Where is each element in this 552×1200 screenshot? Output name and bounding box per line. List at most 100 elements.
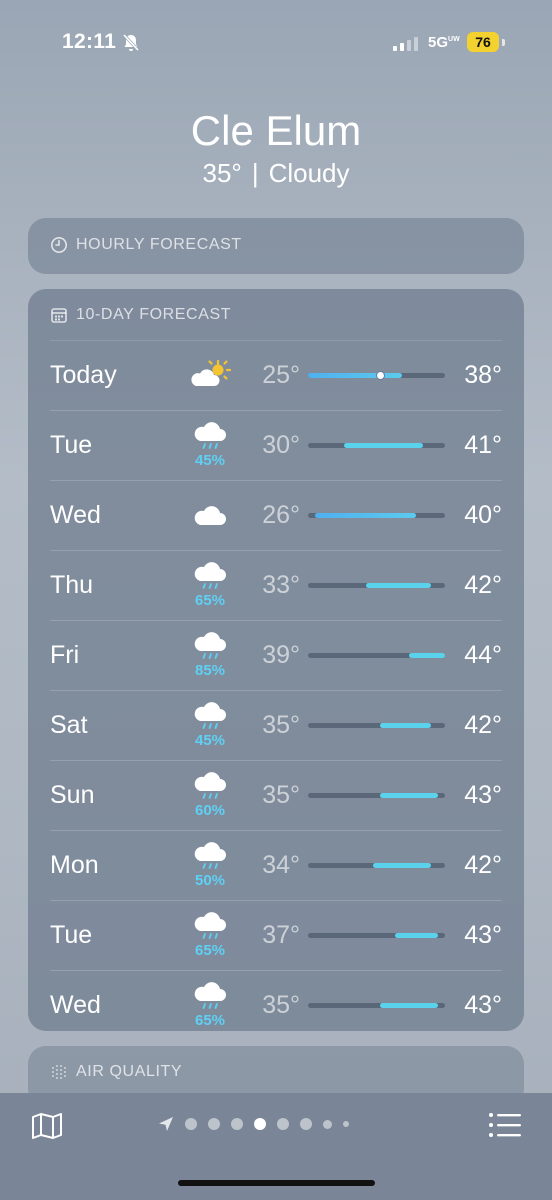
low-temp: 26°: [262, 501, 300, 529]
day-label: Tue: [50, 431, 93, 459]
current-temp: 35°: [202, 158, 242, 188]
weather-icon-group: [190, 359, 232, 415]
map-icon[interactable]: [30, 1111, 64, 1141]
page-dot[interactable]: [343, 1121, 349, 1127]
forecast-row[interactable]: Thu 65% 33° 42°: [50, 550, 502, 620]
forecast-row[interactable]: Sun 60% 35° 43°: [50, 760, 502, 830]
day-label: Thu: [50, 571, 94, 599]
hourly-forecast-card[interactable]: HOURLY FORECAST: [28, 218, 524, 274]
condition-text: Cloudy: [268, 158, 350, 188]
temp-range-bar: [315, 513, 417, 518]
city-name: Cle Elum: [190, 107, 362, 154]
air-quality-icon: [52, 1065, 66, 1079]
temp-range-track: [308, 583, 445, 588]
high-temp: 42°: [464, 571, 502, 599]
ten-day-forecast-header: 10-DAY FORECAST: [50, 305, 231, 325]
forecast-row[interactable]: Sat 45% 35° 42°: [50, 690, 502, 760]
status-bar: 12:11 5GUW 76: [0, 30, 552, 60]
rain-cloud-icon: [194, 842, 226, 869]
weather-icon-group: 65%: [190, 909, 230, 965]
temp-range-bar: [394, 933, 438, 938]
temp-range-bar: [380, 1003, 438, 1008]
forecast-row[interactable]: Tue 45% 30° 41°: [50, 410, 502, 480]
temp-range-track: [308, 443, 445, 448]
day-label: Mon: [50, 851, 99, 879]
forecast-row[interactable]: Wed 26° 40°: [50, 480, 502, 550]
rain-cloud-icon: [194, 562, 226, 589]
weather-icon-group: 85%: [190, 629, 230, 685]
low-temp: 34°: [262, 851, 300, 879]
precip-chance: 65%: [194, 1012, 226, 1029]
current-conditions: 35° | Cloudy: [0, 158, 552, 189]
temp-range-bar: [372, 863, 431, 868]
page-indicator[interactable]: [158, 1115, 349, 1133]
temp-range-bar: [380, 793, 438, 798]
high-temp: 42°: [464, 711, 502, 739]
temp-range-track: [308, 653, 445, 658]
location-arrow-icon: [159, 1117, 173, 1131]
precip-chance: 65%: [194, 942, 226, 959]
page-dot[interactable]: [254, 1118, 266, 1130]
forecast-rows: Today 25° 38° Tue 45% 30° 41° Wed 26° 40° Thu 65% 33…: [50, 340, 502, 1040]
temp-range-track: [308, 1003, 445, 1008]
precip-chance: 45%: [194, 732, 226, 749]
forecast-row[interactable]: Wed 65% 35° 43°: [50, 970, 502, 1040]
hourly-forecast-header: HOURLY FORECAST: [50, 235, 242, 255]
high-temp: 40°: [464, 501, 502, 529]
temp-range-bar: [380, 723, 431, 728]
precip-chance: 60%: [194, 802, 226, 819]
high-temp: 43°: [464, 991, 502, 1019]
calendar-icon: [51, 308, 67, 323]
cellular-signal-icon: [393, 37, 418, 51]
temp-range-track: [308, 513, 445, 518]
hourly-forecast-title: HOURLY FORECAST: [76, 236, 242, 253]
forecast-row[interactable]: Mon 50% 34° 42°: [50, 830, 502, 900]
list-icon[interactable]: [488, 1111, 522, 1139]
rain-cloud-icon: [194, 632, 226, 659]
ten-day-forecast-card[interactable]: 10-DAY FORECAST Today 25° 38° Tue 45% 30° 41° W…: [28, 289, 524, 1031]
home-indicator: [178, 1180, 375, 1186]
page-dot[interactable]: [208, 1118, 220, 1130]
forecast-row[interactable]: Tue 65% 37° 43°: [50, 900, 502, 970]
weather-icon-group: 45%: [190, 699, 230, 755]
current-temp-dot: [375, 371, 385, 380]
temp-range-track: [308, 933, 445, 938]
weather-icon-group: 65%: [190, 559, 230, 615]
low-temp: 37°: [262, 921, 300, 949]
rain-cloud-icon: [194, 772, 226, 799]
battery-tip: [502, 39, 505, 46]
weather-icon-group: [190, 499, 230, 555]
low-temp: 35°: [262, 991, 300, 1019]
page-dot[interactable]: [185, 1118, 197, 1130]
high-temp: 42°: [464, 851, 502, 879]
high-temp: 41°: [464, 431, 502, 459]
page-dot[interactable]: [277, 1118, 289, 1130]
precip-chance: 45%: [194, 452, 226, 469]
bell-muted-icon: [122, 33, 140, 52]
precip-chance: 65%: [194, 592, 226, 609]
day-label: Wed: [50, 991, 101, 1019]
weather-icon-group: 60%: [190, 769, 230, 825]
rain-cloud-icon: [194, 982, 226, 1009]
forecast-row[interactable]: Fri 85% 39° 44°: [50, 620, 502, 690]
temp-range-track: [308, 863, 445, 868]
temp-range-bar: [408, 653, 445, 658]
low-temp: 33°: [262, 571, 300, 599]
temp-range-bar: [365, 583, 431, 588]
precip-chance: 50%: [194, 872, 226, 889]
low-temp: 39°: [262, 641, 300, 669]
temp-range-track: [308, 793, 445, 798]
page-dot[interactable]: [323, 1119, 332, 1129]
low-temp: 35°: [262, 781, 300, 809]
day-label: Tue: [50, 921, 93, 949]
forecast-row[interactable]: Today 25° 38°: [50, 340, 502, 410]
temp-range-track: [308, 371, 445, 380]
air-quality-title: AIR QUALITY: [76, 1063, 183, 1080]
day-label: Sat: [50, 711, 88, 739]
page-dot[interactable]: [300, 1118, 312, 1130]
page-dot[interactable]: [231, 1118, 243, 1130]
clock-icon: [51, 237, 67, 253]
rain-cloud-icon: [194, 702, 226, 729]
high-temp: 38°: [464, 361, 502, 389]
ten-day-forecast-title: 10-DAY FORECAST: [76, 306, 232, 323]
